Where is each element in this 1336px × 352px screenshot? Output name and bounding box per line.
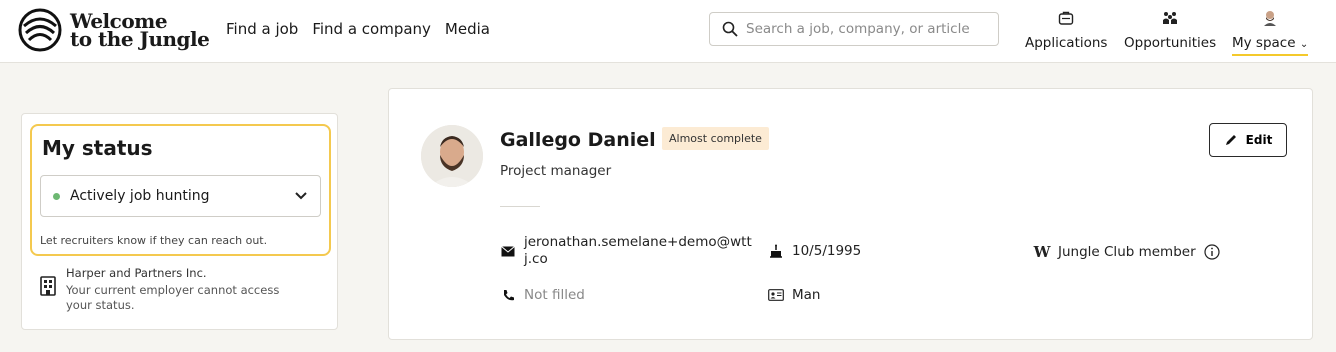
club-row: W Jungle Club member: [1034, 243, 1220, 261]
email-row: jeronathan.semelane+demo@wttj.co: [500, 234, 754, 268]
phone-row: Not filled: [500, 287, 585, 303]
top-header: Welcome to the Jungle Find a job Find a …: [0, 0, 1336, 63]
employer-note: Your current employer cannot access your…: [66, 283, 280, 312]
cake-icon: [770, 244, 782, 258]
profile-job-title: Project manager: [500, 163, 612, 179]
nav-opportunities-label: Opportunities: [1124, 35, 1217, 51]
status-card: My status Actively job hunting Let recru…: [21, 113, 338, 330]
nav-my-space-label: My space ⌄: [1232, 35, 1309, 56]
profile-name: Gallego Daniel: [500, 129, 656, 151]
profile-card: Gallego Daniel Almost complete Project m…: [388, 88, 1313, 340]
club-value: Jungle Club member: [1058, 244, 1196, 260]
brand-line-2: to the Jungle: [70, 27, 210, 51]
phone-value: Not filled: [524, 287, 585, 303]
status-hint: Let recruiters know if they can reach ou…: [40, 234, 268, 247]
edit-button[interactable]: Edit: [1209, 123, 1287, 157]
status-dot: [53, 192, 60, 200]
gender-row: Man: [768, 287, 820, 303]
profile-avatar: [421, 125, 483, 187]
status-title: My status: [42, 136, 153, 160]
brand-name: Welcome to the Jungle: [70, 11, 210, 51]
employer-name: Harper and Partners Inc.: [66, 266, 207, 280]
profile-status-badge: Almost complete: [662, 127, 769, 150]
status-dropdown[interactable]: Actively job hunting: [40, 175, 321, 217]
email-value: jeronathan.semelane+demo@wttj.co: [524, 234, 752, 267]
pencil-icon: [1225, 135, 1236, 145]
search-icon: [722, 21, 738, 37]
status-panel: My status Actively job hunting Let recru…: [30, 124, 331, 256]
gender-value: Man: [792, 287, 821, 303]
nav-find-job[interactable]: Find a job: [226, 20, 298, 38]
chevron-down-icon: [295, 192, 307, 200]
profile-divider: [500, 206, 540, 207]
status-selected-value: Actively job hunting: [70, 188, 210, 204]
search-input[interactable]: [746, 21, 986, 37]
my-space-text: My space: [1232, 35, 1296, 51]
info-icon[interactable]: [1204, 244, 1220, 260]
avatar-photo-icon: [421, 125, 483, 187]
nav-opportunities[interactable]: Opportunities: [1124, 7, 1216, 51]
people-icon: [1163, 12, 1178, 24]
jungle-w-icon: W: [1033, 243, 1051, 261]
birthdate-row: 10/5/1995: [768, 243, 861, 259]
nav-applications-label: Applications: [1025, 35, 1108, 51]
nav-applications[interactable]: Applications: [1025, 7, 1107, 51]
brand-logo[interactable]: Welcome to the Jungle: [18, 8, 210, 52]
welcome-logo-icon: [18, 8, 62, 52]
edit-button-label: Edit: [1245, 133, 1273, 147]
building-icon: [40, 276, 56, 296]
chevron-down-icon: ⌄: [1299, 39, 1309, 50]
nav-find-company[interactable]: Find a company: [312, 20, 431, 38]
nav-media[interactable]: Media: [445, 20, 490, 38]
nav-my-space[interactable]: My space ⌄: [1232, 7, 1309, 56]
main-nav: Find a job Find a company Media: [226, 20, 490, 38]
avatar-icon: [1264, 11, 1277, 26]
id-card-icon: [768, 289, 784, 301]
birthdate-value: 10/5/1995: [792, 243, 862, 259]
phone-icon: [503, 289, 514, 300]
search-box[interactable]: [709, 12, 999, 46]
mail-icon: [501, 245, 515, 256]
employer-info: Harper and Partners Inc. Your current em…: [40, 266, 306, 313]
briefcase-icon: [1059, 11, 1074, 25]
